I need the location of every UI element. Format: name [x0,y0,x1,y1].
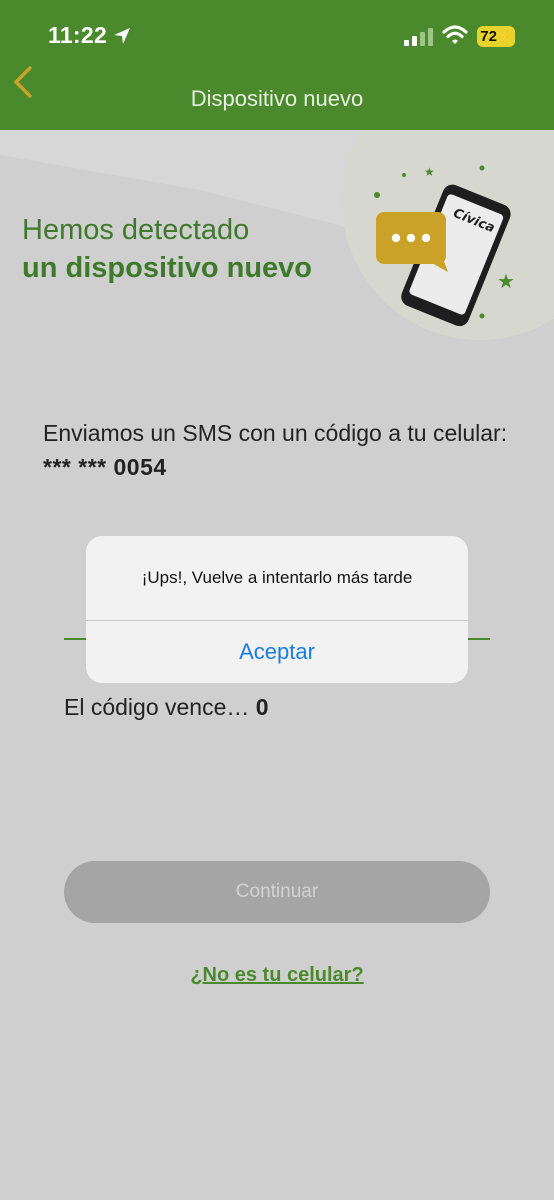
hero-banner: ★ ★ Cívica [0,130,554,370]
page-title: Dispositivo nuevo [190,86,364,111]
sms-info-prefix: Enviamos un SMS con un código a tu celul… [43,420,508,446]
not-your-phone-link[interactable]: ¿No es tu celular? [0,964,554,987]
hero-headline: Hemos detectado [22,214,250,246]
alert-message: ¡Ups!, Vuelve a intentarlo más tarde [141,568,413,587]
continue-button[interactable]: Continuar [64,861,490,923]
accept-button[interactable]: Aceptar [86,621,468,683]
code-expiry: El código vence… 0 [64,694,269,721]
expiry-label: El código vence… [64,694,256,720]
error-alert-dialog: ¡Ups!, Vuelve a intentarlo más tarde Ace… [86,536,468,683]
sms-info-text: Enviamos un SMS con un código a tu celul… [43,416,513,484]
wifi-icon [442,25,468,44]
app-header: 11:22 72 ⚡ Dispositivo nuevo [0,0,554,130]
status-time: 11:22 [48,22,108,48]
location-arrow-icon [114,28,130,44]
expiry-countdown: 0 [255,694,269,720]
battery-indicator: 72 ⚡ [477,26,515,47]
charging-bolt-icon: ⚡ [497,31,512,43]
svg-text:★: ★ [497,269,515,293]
cellular-signal-icon [404,28,433,46]
hero-headline-bold: un dispositivo nuevo [22,252,313,284]
battery-level: 72 [480,28,497,45]
masked-phone-number: *** *** 0054 [43,454,167,480]
svg-text:★: ★ [424,165,435,179]
hero-illustration: ★ ★ Cívica [0,130,554,340]
